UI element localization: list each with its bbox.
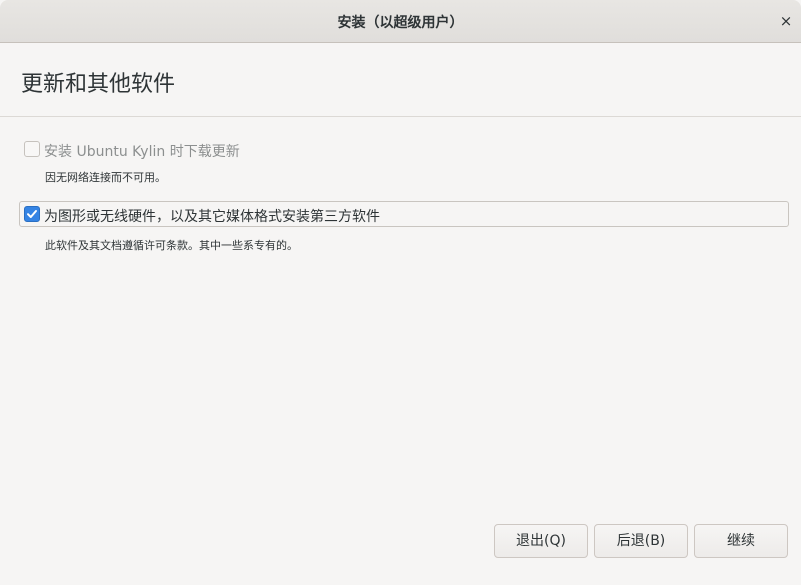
header-divider: [0, 116, 801, 117]
installer-window: 安装（以超级用户） × 更新和其他软件 安装 Ubuntu Kylin 时下载更…: [0, 0, 801, 585]
close-icon[interactable]: ×: [777, 12, 795, 30]
third-party-option[interactable]: 为图形或无线硬件，以及其它媒体格式安装第三方软件: [19, 201, 789, 227]
third-party-checkbox[interactable]: [24, 206, 40, 222]
page-title: 更新和其他软件: [21, 72, 176, 97]
back-button[interactable]: 后退(B): [594, 524, 688, 558]
download-updates-description: 因无网络连接而不可用。: [45, 171, 166, 184]
download-updates-option: 安装 Ubuntu Kylin 时下载更新: [19, 137, 789, 163]
third-party-label: 为图形或无线硬件，以及其它媒体格式安装第三方软件: [44, 209, 380, 225]
window-title: 安装（以超级用户）: [337, 15, 464, 31]
download-updates-label: 安装 Ubuntu Kylin 时下载更新: [44, 144, 240, 160]
download-updates-checkbox[interactable]: [24, 141, 40, 157]
quit-button[interactable]: 退出(Q): [494, 524, 588, 558]
continue-button[interactable]: 继续: [694, 524, 788, 558]
checkmark-icon: [27, 210, 37, 218]
title-bar: 安装（以超级用户） ×: [0, 0, 801, 43]
third-party-description: 此软件及其文档遵循许可条款。其中一些系专有的。: [45, 239, 298, 252]
